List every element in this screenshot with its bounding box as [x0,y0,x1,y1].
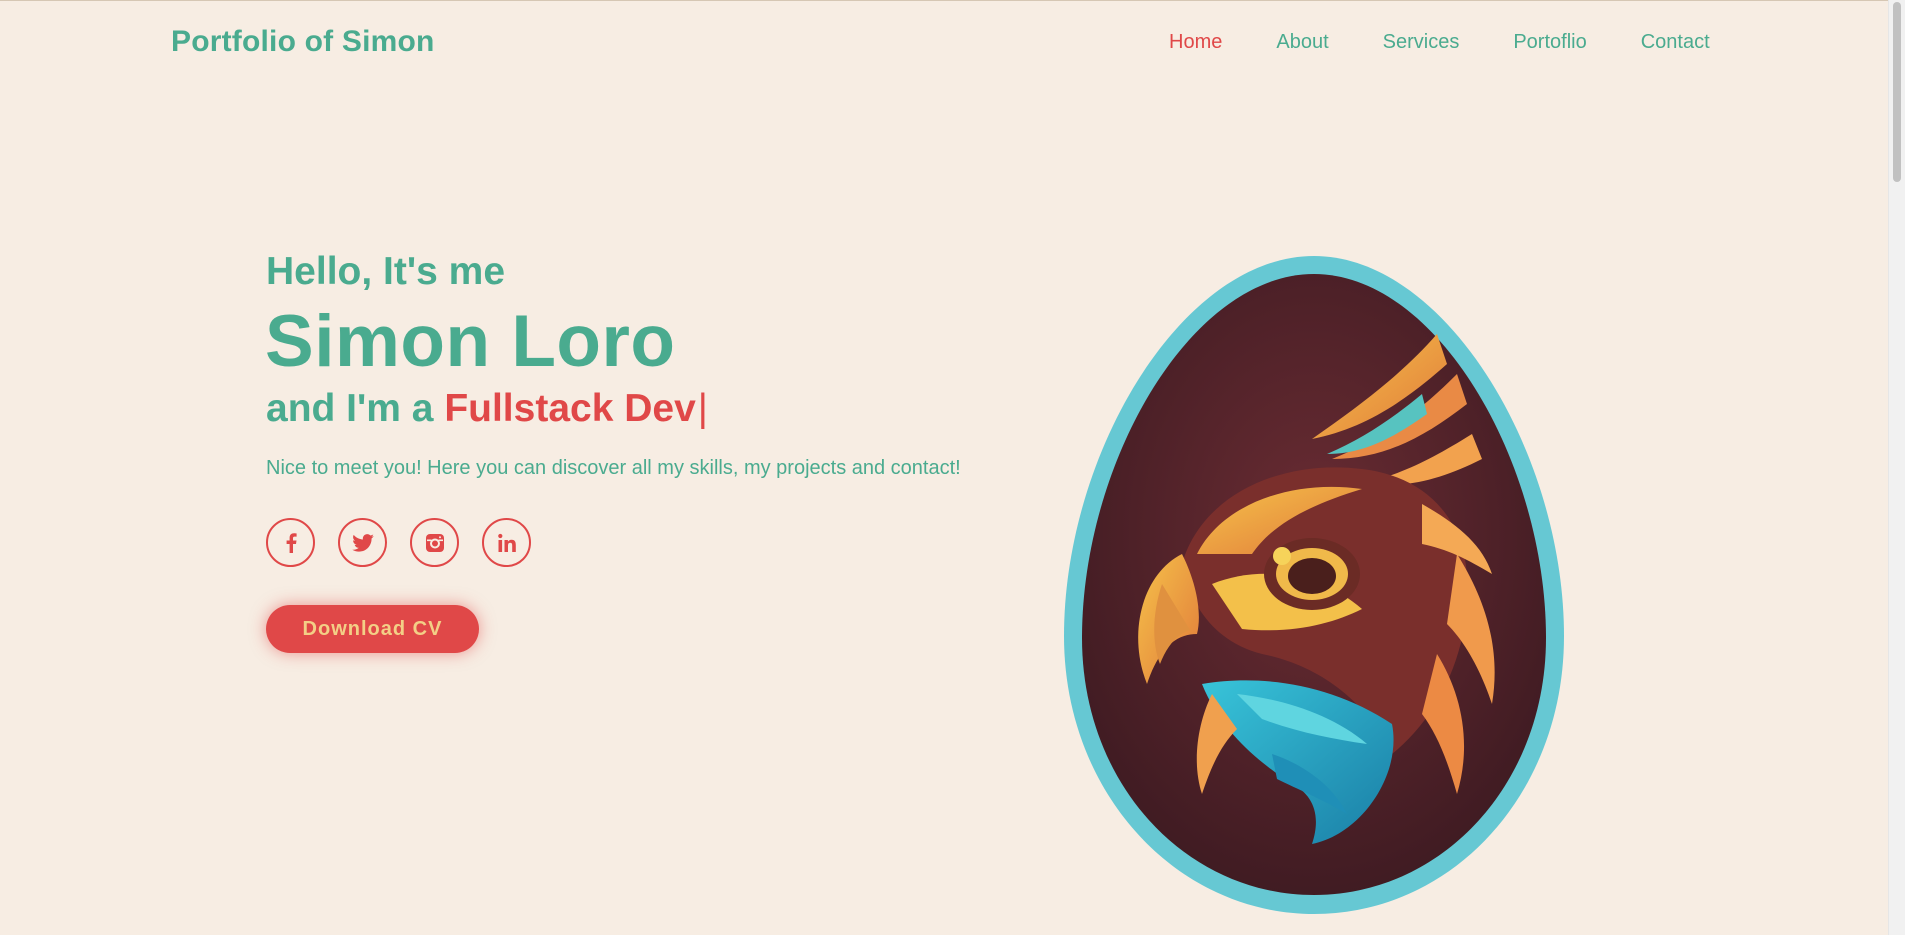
hero-greeting: Hello, It's me [266,250,506,293]
instagram-link[interactable] [410,518,459,567]
nav-contact[interactable]: Contact [1641,31,1710,54]
linkedin-link[interactable] [482,518,531,567]
page: Portfolio of Simon Home About Services P… [0,0,1905,935]
eagle-emblem-icon [1064,256,1564,914]
facebook-link[interactable] [266,518,315,567]
nav-about[interactable]: About [1276,31,1328,54]
role-prefix: and I'm a [266,387,445,430]
typing-caret: | [697,387,708,430]
main-nav: Home About Services Portoflio Contact [1169,31,1710,54]
download-cv-button[interactable]: Download CV [266,605,479,653]
role-highlight: Fullstack Dev [444,387,696,430]
nav-home[interactable]: Home [1169,31,1222,54]
hero-name: Simon Loro [265,301,676,382]
nav-services[interactable]: Services [1383,31,1460,54]
nav-portfolio[interactable]: Portoflio [1513,31,1586,54]
top-border [0,0,1888,1]
scrollbar-thumb[interactable] [1893,2,1901,182]
vertical-scrollbar[interactable] [1888,0,1905,935]
instagram-icon [425,533,444,552]
twitter-icon [351,533,374,552]
hero-intro: Nice to meet you! Here you can discover … [266,457,961,479]
social-links [266,518,554,567]
twitter-link[interactable] [338,518,387,567]
hero-role: and I'm a Fullstack Dev| [266,387,708,431]
linkedin-icon [497,533,516,552]
site-logo[interactable]: Portfolio of Simon [171,25,435,59]
facebook-icon [286,532,297,553]
